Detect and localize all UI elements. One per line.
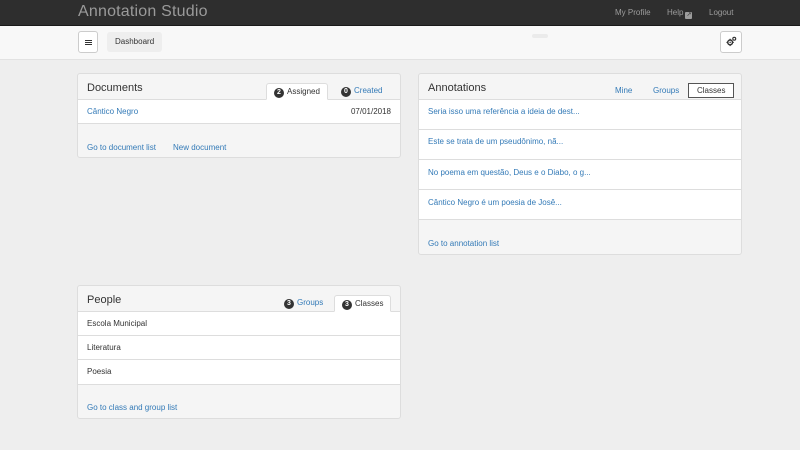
created-count-badge: 0 <box>341 87 351 97</box>
document-row[interactable]: Cântico Negro 07/01/2018 <box>78 100 400 124</box>
annotations-panel: Annotations Mine Groups Classes Seria is… <box>418 73 742 255</box>
help-link[interactable]: Help ↗ <box>667 0 693 26</box>
annotation-link[interactable]: Este se trata de um pseudônimo, nã... <box>428 130 563 154</box>
document-title-link[interactable]: Cântico Negro <box>87 100 138 123</box>
my-profile-link[interactable]: My Profile <box>615 0 651 26</box>
tab-assigned-label: Assigned <box>287 87 320 96</box>
tab-mine[interactable]: Mine <box>608 83 639 100</box>
new-document-link[interactable]: New document <box>173 143 226 152</box>
annotation-list-link[interactable]: Go to annotation list <box>428 239 499 248</box>
annotation-row[interactable]: Cântico Negro é um poesia de Josê... <box>419 190 741 220</box>
logout-link[interactable]: Logout <box>709 0 733 26</box>
toolbar-spacer <box>532 34 548 38</box>
menu-toggle-button[interactable] <box>78 31 98 53</box>
documents-title: Documents <box>87 82 143 94</box>
annotation-link[interactable]: No poema em questão, Deus e o Diabo, o g… <box>428 160 591 186</box>
top-navbar: Annotation Studio My Profile Help ↗ Logou… <box>0 0 800 26</box>
tab-groups[interactable]: Groups <box>646 83 686 100</box>
annotations-title: Annotations <box>428 82 487 94</box>
people-title: People <box>87 294 122 306</box>
tab-groups-label: Groups <box>297 298 324 307</box>
brand-logo[interactable]: Annotation Studio <box>78 3 208 21</box>
people-panel-header: People 3 Groups 3 Classes <box>78 286 400 312</box>
people-panel: People 3 Groups 3 Classes Escola Municipal… <box>77 285 401 419</box>
dashboard-tab[interactable]: Dashboard <box>107 32 163 52</box>
documents-panel-header: Documents 2 Assigned 0 Created <box>78 74 400 100</box>
tab-assigned[interactable]: 2 Assigned <box>266 83 328 100</box>
groups-count-badge: 3 <box>284 299 294 309</box>
annotation-link[interactable]: Seria isso uma referência a ideia de des… <box>428 100 580 124</box>
class-row[interactable]: Poesia <box>78 360 400 385</box>
classes-count-badge: 3 <box>342 300 352 310</box>
annotations-panel-header: Annotations Mine Groups Classes <box>419 74 741 100</box>
help-label: Help <box>667 8 684 17</box>
annotation-link[interactable]: Cântico Negro é um poesia de Josê... <box>428 190 562 216</box>
document-date: 07/01/2018 <box>350 107 391 116</box>
tab-classes[interactable]: 3 Classes <box>334 295 392 312</box>
tab-classes-label: Classes <box>355 299 384 308</box>
class-row[interactable]: Escola Municipal <box>78 312 400 336</box>
class-row[interactable]: Literatura <box>78 336 400 360</box>
class-name: Escola Municipal <box>87 319 148 328</box>
gears-icon <box>725 37 736 47</box>
document-list-link[interactable]: Go to document list <box>87 143 156 152</box>
toolbar: Dashboard <box>0 26 800 60</box>
tab-classes[interactable]: Classes <box>688 83 735 98</box>
annotation-row[interactable]: Seria isso uma referência a ideia de des… <box>419 100 741 130</box>
tab-created-label: Created <box>354 86 383 95</box>
external-link-icon: ↗ <box>685 12 693 19</box>
tab-groups[interactable]: 3 Groups <box>277 295 330 312</box>
class-group-list-link[interactable]: Go to class and group list <box>87 403 177 412</box>
documents-panel: Documents 2 Assigned 0 Created Cântico Neg… <box>77 73 401 158</box>
hamburger-icon <box>85 40 92 45</box>
settings-button[interactable] <box>720 31 742 53</box>
annotation-row[interactable]: Este se trata de um pseudônimo, nã... <box>419 130 741 160</box>
class-name: Literatura <box>87 343 121 352</box>
assigned-count-badge: 2 <box>274 88 284 98</box>
tab-created[interactable]: 0 Created <box>334 83 389 100</box>
class-name: Poesia <box>87 367 112 376</box>
annotation-row[interactable]: No poema em questão, Deus e o Diabo, o g… <box>419 160 741 190</box>
